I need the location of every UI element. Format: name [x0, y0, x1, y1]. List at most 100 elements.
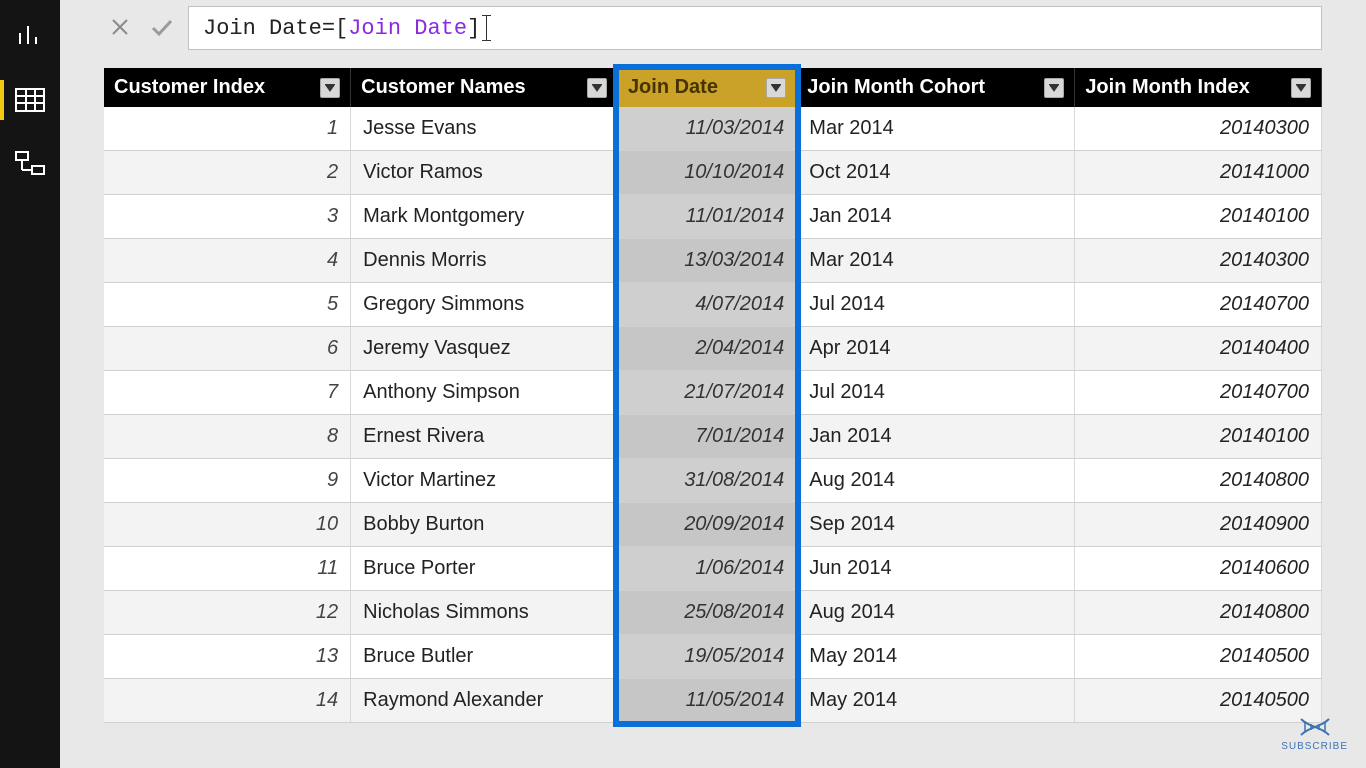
cell-join-date[interactable]: 19/05/2014	[617, 635, 796, 679]
commit-formula-button[interactable]	[146, 12, 178, 44]
table-row[interactable]: 2Victor Ramos10/10/2014Oct 201420141000	[104, 151, 1322, 195]
cell-customer-name[interactable]: Jeremy Vasquez	[351, 327, 618, 371]
cell-join-date[interactable]: 13/03/2014	[617, 239, 796, 283]
cell-join-month-cohort[interactable]: Jul 2014	[797, 283, 1075, 327]
cell-join-month-index[interactable]: 20141000	[1075, 151, 1322, 195]
cell-customer-index[interactable]: 1	[104, 107, 351, 151]
cell-join-month-cohort[interactable]: May 2014	[797, 679, 1075, 723]
table-row[interactable]: 9Victor Martinez31/08/2014Aug 2014201408…	[104, 459, 1322, 503]
table-row[interactable]: 8Ernest Rivera7/01/2014Jan 201420140100	[104, 415, 1322, 459]
table-row[interactable]: 12Nicholas Simmons25/08/2014Aug 20142014…	[104, 591, 1322, 635]
cell-customer-name[interactable]: Bruce Butler	[351, 635, 618, 679]
cell-join-date[interactable]: 11/03/2014	[617, 107, 796, 151]
cell-join-date[interactable]: 2/04/2014	[617, 327, 796, 371]
cell-join-month-index[interactable]: 20140300	[1075, 107, 1322, 151]
table-row[interactable]: 11Bruce Porter1/06/2014Jun 201420140600	[104, 547, 1322, 591]
cell-join-date[interactable]: 31/08/2014	[617, 459, 796, 503]
cell-join-month-cohort[interactable]: Jul 2014	[797, 371, 1075, 415]
cell-customer-index[interactable]: 12	[104, 591, 351, 635]
cell-customer-index[interactable]: 9	[104, 459, 351, 503]
cell-customer-name[interactable]: Victor Ramos	[351, 151, 618, 195]
cell-join-month-cohort[interactable]: Sep 2014	[797, 503, 1075, 547]
filter-button[interactable]	[766, 78, 786, 98]
cell-join-month-cohort[interactable]: Aug 2014	[797, 459, 1075, 503]
cell-join-month-index[interactable]: 20140900	[1075, 503, 1322, 547]
table-row[interactable]: 3Mark Montgomery11/01/2014Jan 2014201401…	[104, 195, 1322, 239]
cell-join-date[interactable]: 11/01/2014	[617, 195, 796, 239]
cell-join-month-index[interactable]: 20140300	[1075, 239, 1322, 283]
table-row[interactable]: 14Raymond Alexander11/05/2014May 2014201…	[104, 679, 1322, 723]
cell-customer-index[interactable]: 5	[104, 283, 351, 327]
cell-join-date[interactable]: 21/07/2014	[617, 371, 796, 415]
cell-customer-index[interactable]: 14	[104, 679, 351, 723]
cell-join-month-cohort[interactable]: Jan 2014	[797, 415, 1075, 459]
cell-customer-index[interactable]: 11	[104, 547, 351, 591]
subscribe-watermark: SUBSCRIBE	[1281, 715, 1348, 752]
cell-join-date[interactable]: 20/09/2014	[617, 503, 796, 547]
cell-customer-name[interactable]: Ernest Rivera	[351, 415, 618, 459]
cell-join-month-index[interactable]: 20140100	[1075, 415, 1322, 459]
cell-customer-index[interactable]: 2	[104, 151, 351, 195]
table-row[interactable]: 4Dennis Morris13/03/2014Mar 201420140300	[104, 239, 1322, 283]
table-row[interactable]: 6Jeremy Vasquez2/04/2014Apr 201420140400	[104, 327, 1322, 371]
cell-customer-index[interactable]: 4	[104, 239, 351, 283]
filter-button[interactable]	[320, 78, 340, 98]
formula-input[interactable]: Join Date = [Join Date]	[188, 6, 1322, 50]
cell-join-month-cohort[interactable]: Oct 2014	[797, 151, 1075, 195]
col-header-customer-index[interactable]: Customer Index	[104, 68, 351, 107]
table-row[interactable]: 5Gregory Simmons4/07/2014Jul 20142014070…	[104, 283, 1322, 327]
cell-join-date[interactable]: 10/10/2014	[617, 151, 796, 195]
cell-join-month-index[interactable]: 20140700	[1075, 283, 1322, 327]
cell-join-month-cohort[interactable]: Mar 2014	[797, 239, 1075, 283]
col-header-customer-names[interactable]: Customer Names	[351, 68, 618, 107]
cell-customer-name[interactable]: Mark Montgomery	[351, 195, 618, 239]
cell-customer-name[interactable]: Nicholas Simmons	[351, 591, 618, 635]
col-header-join-month-cohort[interactable]: Join Month Cohort	[797, 68, 1075, 107]
cell-customer-name[interactable]: Anthony Simpson	[351, 371, 618, 415]
cell-join-date[interactable]: 11/05/2014	[617, 679, 796, 723]
table-row[interactable]: 1Jesse Evans11/03/2014Mar 201420140300	[104, 107, 1322, 151]
cell-join-month-cohort[interactable]: Apr 2014	[797, 327, 1075, 371]
cell-join-month-index[interactable]: 20140800	[1075, 459, 1322, 503]
cell-join-month-cohort[interactable]: Aug 2014	[797, 591, 1075, 635]
model-view-button[interactable]	[0, 138, 60, 190]
col-header-join-date[interactable]: Join Date	[617, 68, 796, 107]
cancel-formula-button[interactable]	[104, 12, 136, 44]
cell-customer-name[interactable]: Gregory Simmons	[351, 283, 618, 327]
filter-button[interactable]	[587, 78, 607, 98]
cell-join-month-index[interactable]: 20140400	[1075, 327, 1322, 371]
cell-customer-index[interactable]: 6	[104, 327, 351, 371]
col-header-join-month-index[interactable]: Join Month Index	[1075, 68, 1322, 107]
cell-customer-index[interactable]: 7	[104, 371, 351, 415]
cell-customer-index[interactable]: 10	[104, 503, 351, 547]
cell-join-date[interactable]: 7/01/2014	[617, 415, 796, 459]
cell-join-month-index[interactable]: 20140100	[1075, 195, 1322, 239]
cell-join-date[interactable]: 4/07/2014	[617, 283, 796, 327]
filter-button[interactable]	[1044, 78, 1064, 98]
cell-join-month-index[interactable]: 20140600	[1075, 547, 1322, 591]
cell-customer-name[interactable]: Raymond Alexander	[351, 679, 618, 723]
cell-join-date[interactable]: 25/08/2014	[617, 591, 796, 635]
data-view-button[interactable]	[0, 74, 60, 126]
table-row[interactable]: 10Bobby Burton20/09/2014Sep 201420140900	[104, 503, 1322, 547]
cell-customer-name[interactable]: Jesse Evans	[351, 107, 618, 151]
cell-join-date[interactable]: 1/06/2014	[617, 547, 796, 591]
cell-customer-name[interactable]: Dennis Morris	[351, 239, 618, 283]
table-row[interactable]: 7Anthony Simpson21/07/2014Jul 2014201407…	[104, 371, 1322, 415]
cell-customer-name[interactable]: Bobby Burton	[351, 503, 618, 547]
cell-join-month-index[interactable]: 20140500	[1075, 635, 1322, 679]
cell-join-month-cohort[interactable]: Jan 2014	[797, 195, 1075, 239]
cell-join-month-cohort[interactable]: May 2014	[797, 635, 1075, 679]
report-view-button[interactable]	[0, 10, 60, 62]
cell-join-month-index[interactable]: 20140700	[1075, 371, 1322, 415]
cell-customer-index[interactable]: 13	[104, 635, 351, 679]
cell-join-month-cohort[interactable]: Mar 2014	[797, 107, 1075, 151]
cell-join-month-cohort[interactable]: Jun 2014	[797, 547, 1075, 591]
cell-customer-name[interactable]: Victor Martinez	[351, 459, 618, 503]
filter-button[interactable]	[1291, 78, 1311, 98]
cell-customer-name[interactable]: Bruce Porter	[351, 547, 618, 591]
cell-join-month-index[interactable]: 20140800	[1075, 591, 1322, 635]
cell-customer-index[interactable]: 3	[104, 195, 351, 239]
table-row[interactable]: 13Bruce Butler19/05/2014May 201420140500	[104, 635, 1322, 679]
cell-customer-index[interactable]: 8	[104, 415, 351, 459]
